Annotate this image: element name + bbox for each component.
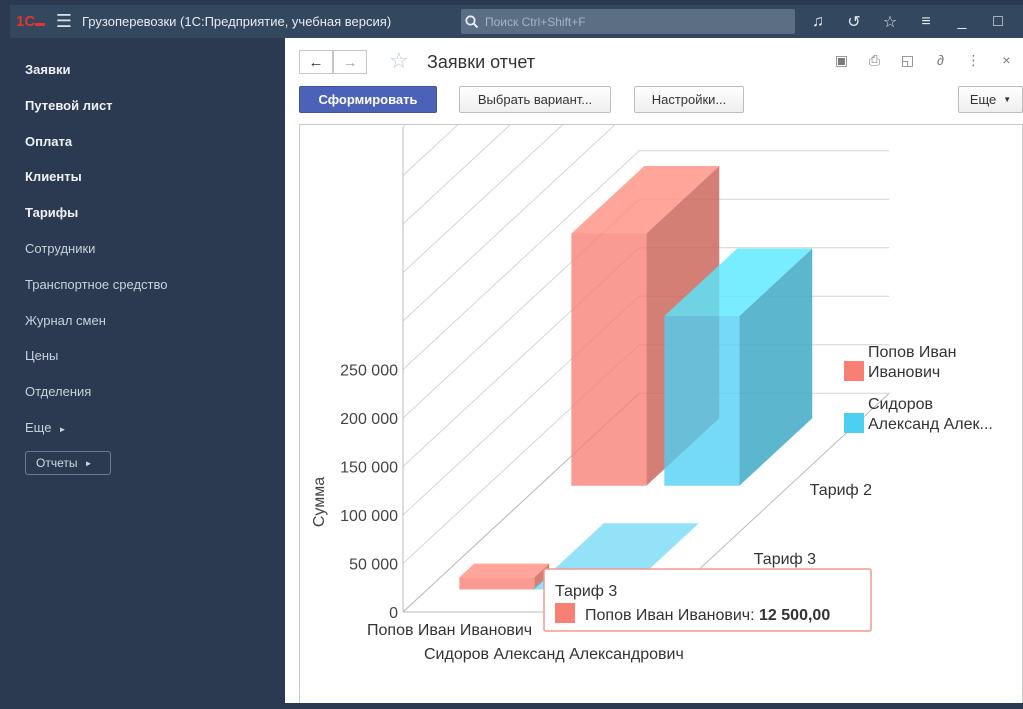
y-tick-label: 100 000 <box>340 508 398 525</box>
sidebar-item-zhurnal-smen[interactable]: Журнал смен <box>25 313 106 328</box>
y-axis-label: Сумма <box>311 477 328 527</box>
print-icon[interactable]: ⎙ <box>858 52 891 69</box>
link-icon[interactable]: ∂ <box>924 52 957 69</box>
tooltip-value: 12 500,00 <box>759 607 830 624</box>
search-icon <box>465 14 479 28</box>
y-tick-label: 50 000 <box>349 557 398 574</box>
legend-swatch <box>844 413 864 433</box>
svg-text:1C: 1C <box>16 13 35 29</box>
sidebar-item-zayavki[interactable]: Заявки <box>25 62 70 77</box>
more-icon[interactable]: ⋮ <box>957 52 990 69</box>
caret-right-icon: ► <box>84 458 93 468</box>
legend-label: Александ Алек... <box>868 416 993 433</box>
tooltip-swatch <box>555 603 575 623</box>
bar-front <box>571 233 647 486</box>
sidebar-item-klienty[interactable]: Клиенты <box>25 169 82 184</box>
legend-swatch <box>844 361 864 381</box>
history-icon[interactable]: ↺ <box>836 12 872 32</box>
star-icon[interactable]: ☆ <box>872 12 908 32</box>
bell-icon[interactable]: ♫ <box>800 13 836 31</box>
x-category-label: Сидоров Александ Александрович <box>424 646 684 663</box>
chart-frame: 0 50 000 100 000 150 000 200 000 250 000 Сумма… <box>299 0 1023 703</box>
preview-icon[interactable]: ◱ <box>891 52 924 69</box>
generate-button[interactable]: Сформировать <box>299 86 437 113</box>
sidebar-item-transport[interactable]: Транспортное средство <box>25 277 167 292</box>
sidebar-item-otdeleniya[interactable]: Отделения <box>25 384 91 399</box>
favorite-star-icon[interactable]: ☆ <box>389 48 409 74</box>
more-actions-button[interactable]: Еще ▼ <box>958 86 1023 113</box>
sidebar-item-putevoy-list[interactable]: Путевой лист <box>25 98 113 113</box>
arrow-right-icon: → <box>342 53 358 71</box>
minimize-icon[interactable]: _ <box>944 13 980 31</box>
caret-right-icon: ► <box>58 425 67 434</box>
arrow-left-icon: ← <box>308 53 324 71</box>
tooltip-title: Тариф 3 <box>555 583 617 600</box>
grid-line <box>402 0 541 128</box>
legend-label: Иванович <box>868 364 940 381</box>
title-bar: 1C ☰ Грузоперевозки (1С:Предприятие, уче… <box>10 5 1023 38</box>
page-title: Заявки отчет <box>427 52 536 72</box>
main-panel: ← → ☆ Заявки отчет ▣ ⎙ ◱ ∂ ⋮ × Сформиров… <box>285 0 1023 703</box>
save-icon[interactable]: ▣ <box>825 52 858 69</box>
y-tick-label: 150 000 <box>340 460 398 477</box>
sidebar-item-tseny[interactable]: Цены <box>25 348 58 363</box>
sidebar-more-label: Еще <box>25 420 52 435</box>
settings-button[interactable]: Настройки... <box>634 86 744 113</box>
depth-category-label: Тариф 2 <box>810 482 872 499</box>
bar-front <box>664 316 740 486</box>
x-category-label: Попов Иван Иванович <box>367 622 532 639</box>
reports-button[interactable]: Отчеты ► <box>25 451 111 475</box>
forward-button[interactable]: → <box>333 50 367 74</box>
legend-label: Попов Иван <box>868 344 956 361</box>
sidebar-item-oplata[interactable]: Оплата <box>25 134 72 149</box>
caret-down-icon: ▼ <box>1003 95 1012 104</box>
settings-icon[interactable]: ≡ <box>908 13 944 31</box>
choose-variant-button[interactable]: Выбрать вариант... <box>459 86 611 113</box>
tooltip-series-label: Попов Иван Иванович: <box>585 607 759 624</box>
more-actions-label: Еще <box>969 92 997 107</box>
hamburger-menu-icon[interactable]: ☰ <box>50 5 78 38</box>
maximize-icon[interactable]: □ <box>980 13 1016 31</box>
1c-logo-icon: 1C <box>10 5 50 38</box>
sidebar-item-more[interactable]: Еще ► <box>25 420 66 435</box>
legend-label: Сидоров <box>868 396 933 413</box>
global-search[interactable] <box>461 9 795 34</box>
tooltip-value-text: Попов Иван Иванович: 12 500,00 <box>585 607 830 624</box>
sidebar-item-sotrudniki[interactable]: Сотрудники <box>25 241 95 256</box>
sidebar-item-tarify[interactable]: Тарифы <box>25 205 78 220</box>
close-icon[interactable]: × <box>990 52 1023 69</box>
y-tick-label: 250 000 <box>340 363 398 380</box>
depth-category-label: Тариф 3 <box>754 551 816 568</box>
bar-top <box>459 563 550 578</box>
search-input[interactable] <box>483 13 783 30</box>
y-tick-label: 200 000 <box>340 411 398 428</box>
bar-front <box>459 577 535 590</box>
reports-label: Отчеты <box>36 456 78 470</box>
app-title: Грузоперевозки (1С:Предприятие, учебная … <box>82 14 392 29</box>
report-chart: 0 50 000 100 000 150 000 200 000 250 000 Сумма… <box>311 0 993 663</box>
sidebar: Заявки Путевой лист Оплата Клиенты Тариф… <box>10 38 285 703</box>
y-tick-label: 0 <box>389 605 398 622</box>
back-button[interactable]: ← <box>299 50 333 74</box>
